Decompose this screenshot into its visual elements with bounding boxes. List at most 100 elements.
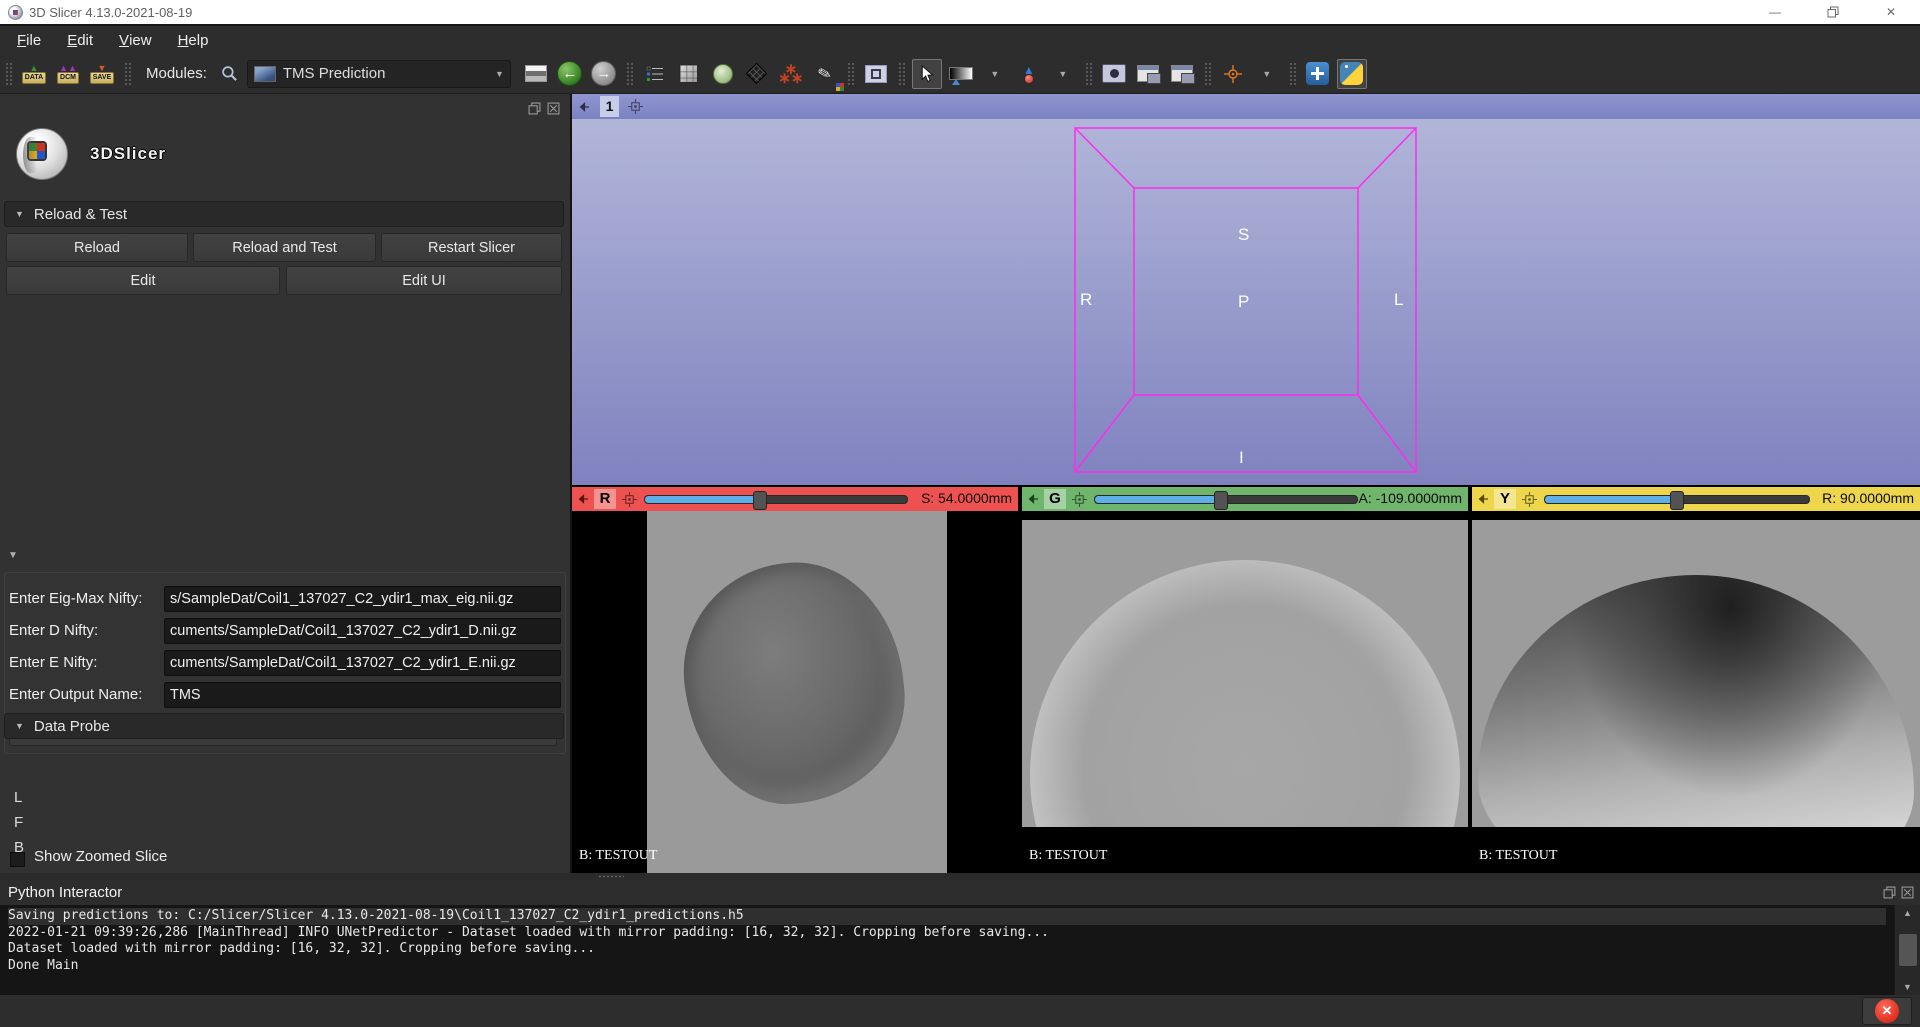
pen-icon: ✎ (816, 62, 834, 85)
data-probe-section-header[interactable]: ▼ Data Probe (4, 713, 564, 739)
pin-icon[interactable] (1477, 493, 1489, 505)
screenshot-button[interactable] (1099, 59, 1129, 89)
slice-offset-value: S: 54.0000mm (921, 490, 1012, 506)
module-forward-button[interactable]: → (589, 59, 619, 89)
collapse-triangle-icon[interactable]: ▼ (8, 550, 18, 561)
slider-handle[interactable] (1670, 491, 1684, 510)
crosshair-button[interactable] (1218, 59, 1248, 89)
python-interactor-button[interactable] (1337, 59, 1367, 89)
minimize-button[interactable]: — (1746, 0, 1804, 24)
menu-file[interactable]: File (4, 26, 54, 54)
undock-panel-icon[interactable] (1883, 886, 1896, 899)
e-nifty-input[interactable] (164, 650, 561, 676)
panel-splitter[interactable] (0, 873, 1920, 880)
menu-help[interactable]: Help (165, 26, 222, 54)
reload-button[interactable]: Reload (6, 233, 188, 262)
forward-arrow-icon: → (591, 61, 616, 86)
scene-view-button[interactable] (1133, 59, 1163, 89)
toolbar-grip[interactable] (1289, 62, 1296, 86)
toolbar-grip[interactable] (898, 62, 905, 86)
module-history-button[interactable] (640, 59, 670, 89)
volume-cube-icon (679, 64, 698, 83)
reload-test-section-header[interactable]: ▼ Reload & Test (4, 201, 564, 227)
extensions-manager-button[interactable] (1303, 59, 1333, 89)
toolbar-grip[interactable] (124, 62, 131, 86)
mouse-interaction-button[interactable] (912, 59, 942, 89)
load-dicom-button[interactable]: ▲▲DCM (53, 59, 83, 89)
toolbar-grip[interactable] (847, 62, 854, 86)
slice-offset-slider[interactable] (1544, 495, 1810, 504)
dicom-icon: ▲▲DCM (54, 64, 82, 84)
close-panel-icon[interactable] (1901, 886, 1914, 899)
window-level-button[interactable] (946, 59, 976, 89)
python-console[interactable]: Saving predictions to: C:/Slicer/Slicer … (0, 905, 1894, 995)
close-panel-icon[interactable] (547, 102, 560, 115)
e-nifty-label: Enter E Nifty: (9, 654, 164, 671)
layout-selector-button[interactable] (521, 59, 551, 89)
models-module-button[interactable] (708, 59, 738, 89)
toolbar-grip[interactable] (5, 62, 12, 86)
menu-edit[interactable]: Edit (54, 26, 106, 54)
close-console-button[interactable]: ✕ (1862, 997, 1912, 1025)
3d-view[interactable]: 1 S R P L I (572, 94, 1920, 485)
restart-slicer-button[interactable]: Restart Slicer (381, 233, 562, 262)
pin-icon[interactable] (577, 493, 589, 505)
transforms-module-button[interactable]: ∗∗∗ (776, 59, 806, 89)
output-name-input[interactable] (164, 682, 561, 708)
window-level-dropdown[interactable]: ▼ (980, 59, 1010, 89)
selected-module: TMS Prediction (283, 65, 495, 82)
volume-rendering-button[interactable] (742, 59, 772, 89)
slice-options-icon[interactable] (1522, 492, 1537, 507)
restore-scene-view-button[interactable] (1167, 59, 1197, 89)
restore-button[interactable] (1804, 0, 1862, 24)
view-options-icon[interactable] (628, 99, 643, 114)
place-fiducial-dropdown[interactable]: ▼ (1048, 59, 1078, 89)
yellow-slice-view[interactable]: Y R: 90.0000mm B: TESTOUT (1472, 485, 1920, 873)
crosshair-dropdown[interactable]: ▼ (1252, 59, 1282, 89)
slider-handle[interactable] (753, 491, 767, 510)
save-button[interactable]: ▼SAVE (87, 59, 117, 89)
scene-camera-restore-icon (1171, 65, 1193, 82)
pin-icon[interactable] (578, 101, 590, 113)
close-button[interactable]: ✕ (1862, 0, 1920, 24)
window-title: 3D Slicer 4.13.0-2021-08-19 (29, 5, 192, 20)
menu-bar: File Edit View Help (0, 24, 1920, 54)
scrollbar-thumb[interactable] (1899, 934, 1917, 966)
volume-module-button[interactable] (674, 59, 704, 89)
menu-view[interactable]: View (106, 26, 165, 54)
pin-icon[interactable] (1027, 493, 1039, 505)
load-data-button[interactable]: ▲DATA (19, 59, 49, 89)
slice-offset-slider[interactable] (1094, 495, 1358, 504)
green-slice-view[interactable]: G A: -109.0000mm B: TESTOUT (1022, 485, 1468, 873)
e-nifty-row: Enter E Nifty: (9, 649, 561, 676)
edit-ui-button[interactable]: Edit UI (286, 266, 562, 295)
python-icon (1340, 62, 1363, 85)
module-search-button[interactable] (215, 59, 245, 89)
toolbar-grip[interactable] (1204, 62, 1211, 86)
module-selector-dropdown[interactable]: TMS Prediction ▼ (247, 60, 511, 88)
red-slice-image (647, 511, 947, 873)
slice-options-icon[interactable] (622, 492, 637, 507)
slice-offset-slider[interactable] (644, 495, 908, 504)
d-nifty-input[interactable] (164, 618, 561, 644)
undock-panel-icon[interactable] (528, 102, 541, 115)
toolbar-grip[interactable] (626, 62, 633, 86)
eig-max-input[interactable] (164, 586, 561, 612)
toolbar-grip[interactable] (1085, 62, 1092, 86)
reload-and-test-button[interactable]: Reload and Test (193, 233, 376, 262)
orientation-label-r: R (1080, 290, 1092, 310)
orientation-label-l: L (1394, 290, 1403, 310)
scroll-up-icon[interactable]: ▲ (1903, 905, 1912, 921)
scroll-down-icon[interactable]: ▼ (1903, 979, 1912, 995)
slider-handle[interactable] (1214, 491, 1228, 510)
console-scrollbar[interactable]: ▲ ▼ (1894, 905, 1920, 995)
collapse-triangle-icon: ▼ (15, 209, 24, 219)
probe-row-b: B (14, 839, 24, 856)
place-fiducial-button[interactable]: ▲ (1014, 59, 1044, 89)
edit-button[interactable]: Edit (6, 266, 280, 295)
markups-module-button[interactable]: ✎ (810, 59, 840, 89)
screen-capture-button[interactable] (861, 59, 891, 89)
red-slice-view[interactable]: R S: 54.0000mm B: TESTOUT (572, 485, 1018, 873)
slice-options-icon[interactable] (1072, 492, 1087, 507)
module-back-button[interactable]: ← (555, 59, 585, 89)
